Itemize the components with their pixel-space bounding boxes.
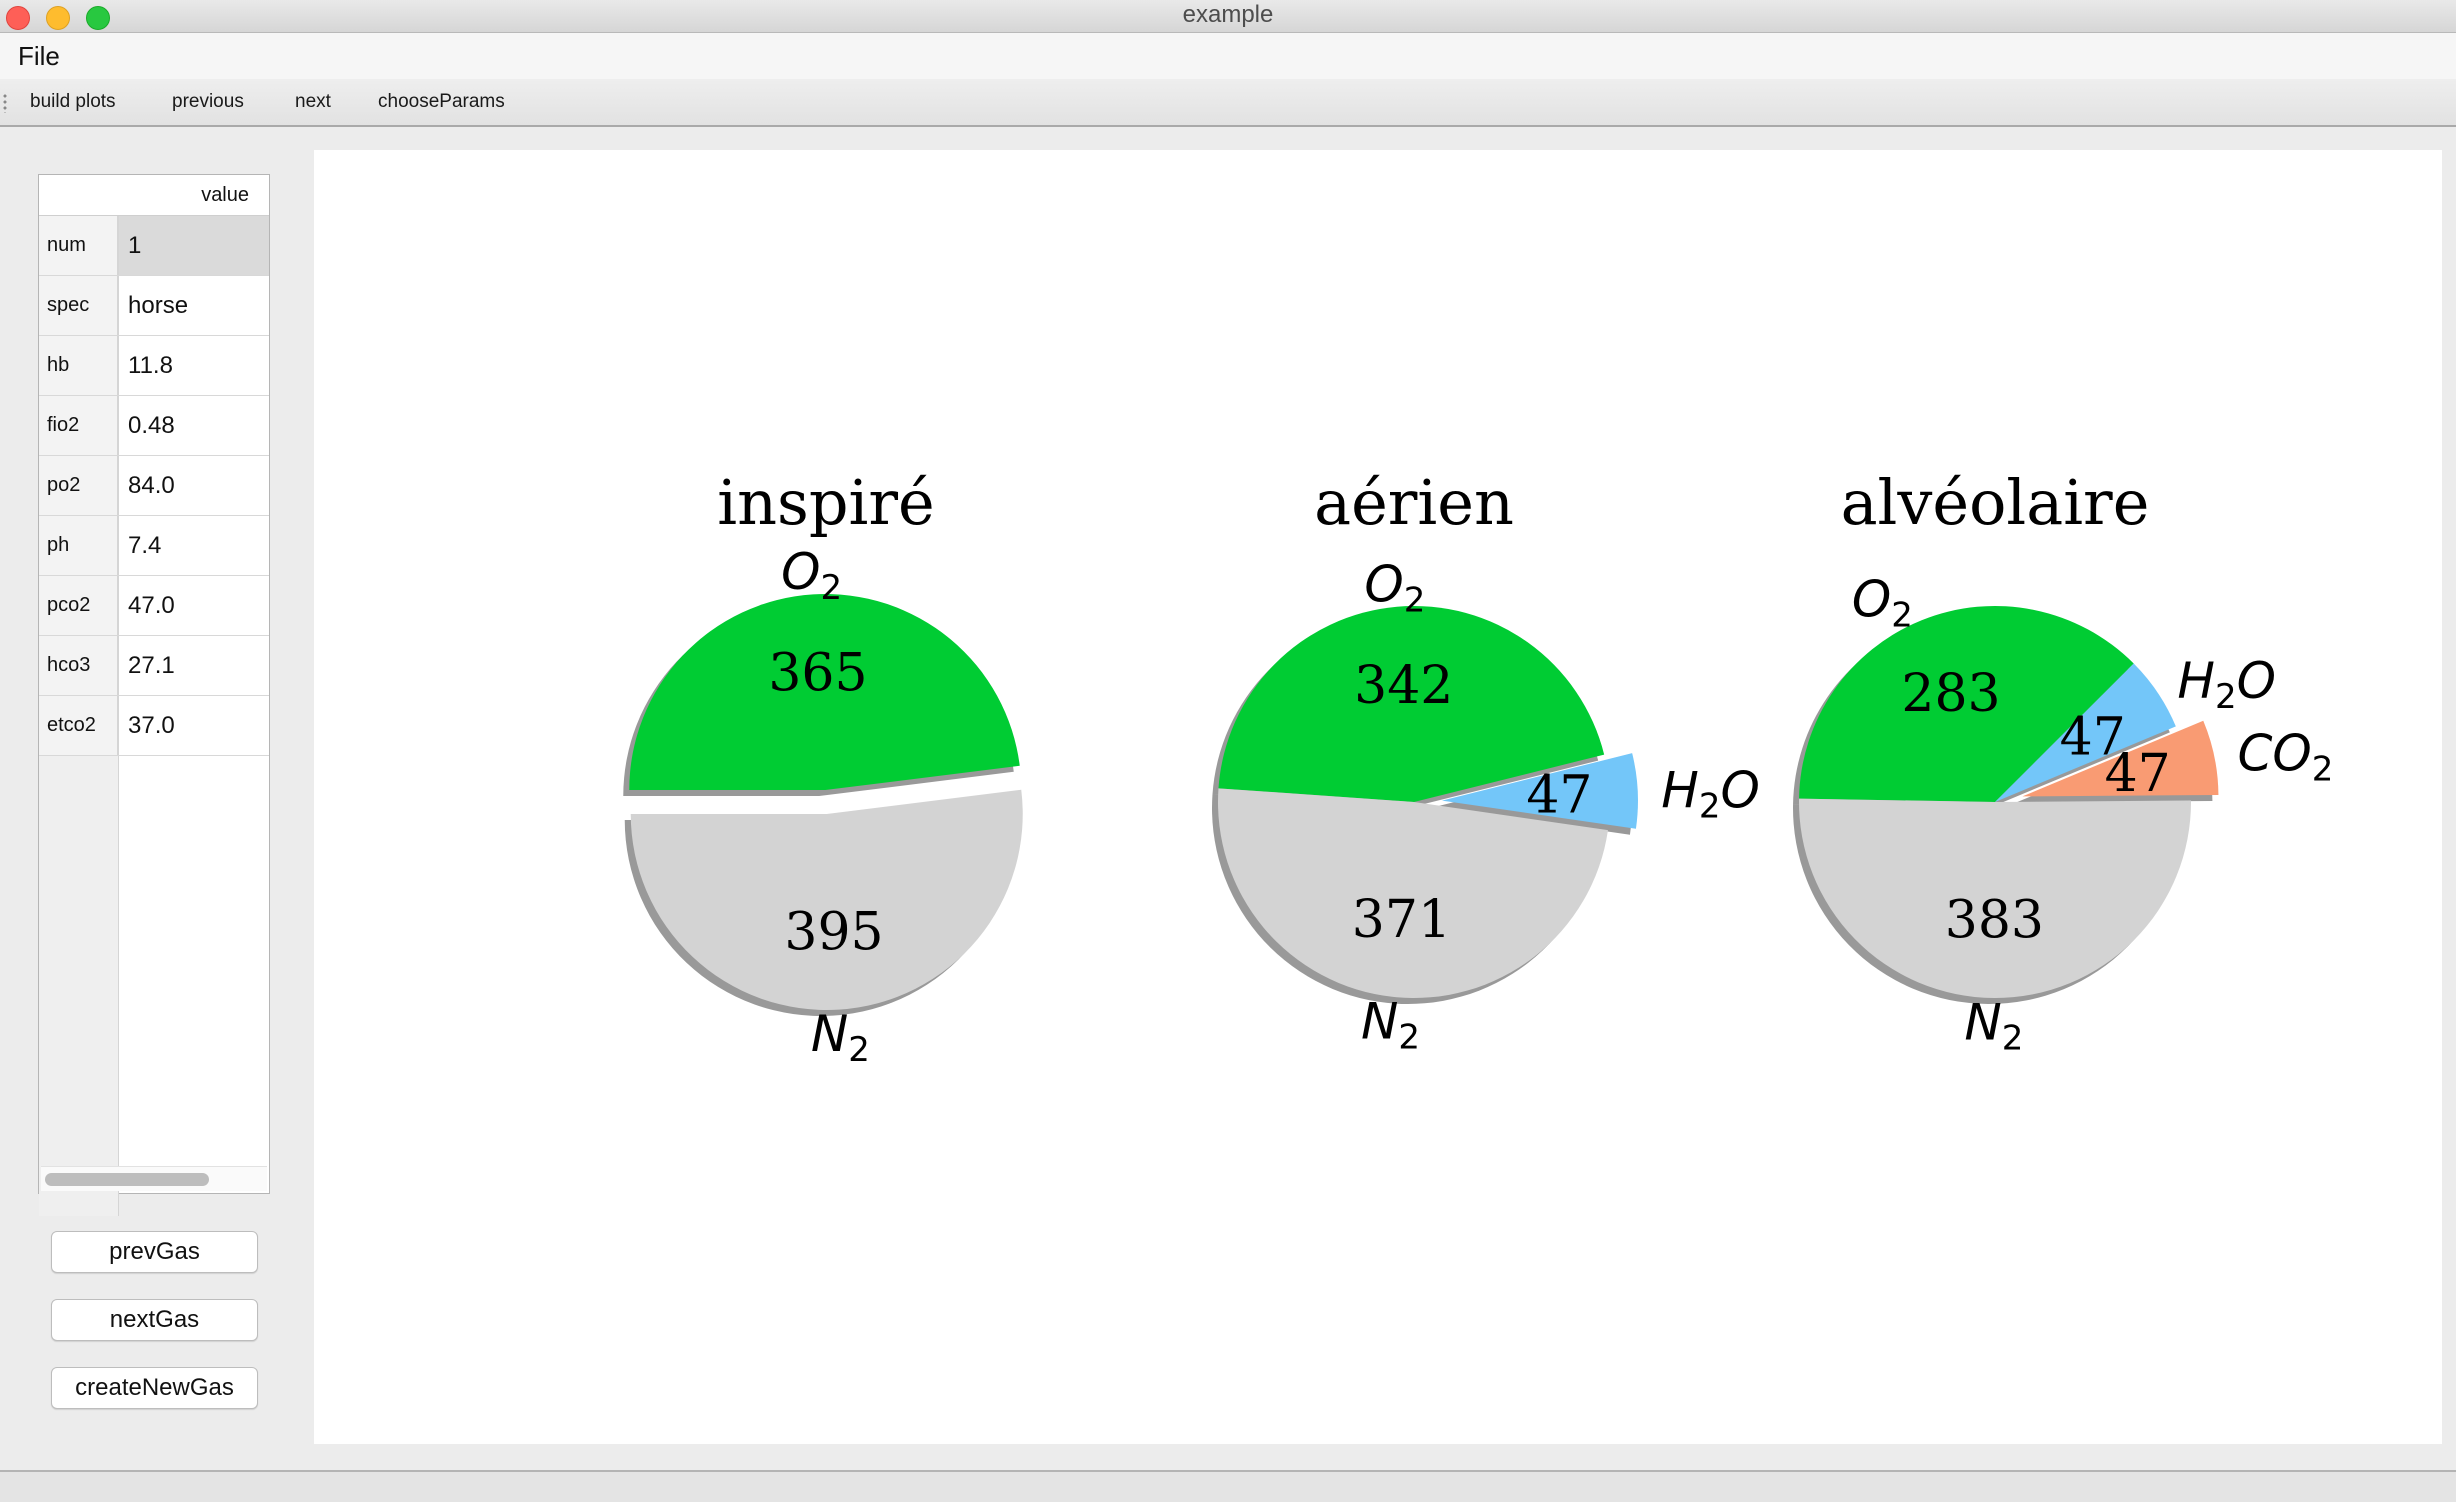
wedge-value: 383	[1945, 891, 2044, 951]
previous-button[interactable]: previous	[172, 91, 244, 113]
row-value[interactable]: horse	[119, 276, 269, 335]
row-key[interactable]: etco2	[39, 696, 118, 755]
horizontal-scrollbar[interactable]	[41, 1166, 267, 1191]
row-key[interactable]: num	[39, 216, 118, 275]
choose-params-button[interactable]: chooseParams	[378, 91, 505, 113]
row-value[interactable]: 47.0	[119, 576, 269, 635]
status-bar	[0, 1470, 2456, 1502]
create-new-gas-button[interactable]: createNewGas	[51, 1367, 258, 1409]
row-key[interactable]: hco3	[39, 636, 118, 695]
wedge-label: O2	[781, 543, 842, 608]
wedge-label: N2	[1964, 994, 2023, 1059]
table-row[interactable]: po2 84.0	[39, 456, 269, 516]
pie-title: alvéolaire	[1841, 466, 2150, 539]
table-row[interactable]: hb 11.8	[39, 336, 269, 396]
table-row[interactable]: hco3 27.1	[39, 636, 269, 696]
row-value[interactable]: 7.4	[119, 516, 269, 575]
wedge-label: O2	[1852, 570, 1913, 635]
row-value[interactable]: 37.0	[119, 696, 269, 755]
title-bar: example	[0, 0, 2456, 33]
toolbar-grip-icon[interactable]	[3, 93, 7, 113]
scrollbar-thumb[interactable]	[45, 1173, 209, 1186]
params-table[interactable]: value num 1 spec horse hb 11.8 fio2 0.48…	[38, 174, 270, 1216]
table-row[interactable]: ph 7.4	[39, 516, 269, 576]
wedge-value: 365	[768, 644, 867, 704]
pie-wedge	[630, 789, 1023, 1010]
prev-gas-button[interactable]: prevGas	[51, 1231, 258, 1273]
table-row[interactable]: spec horse	[39, 276, 269, 336]
value-column-header[interactable]: value	[201, 184, 249, 207]
row-value[interactable]: 11.8	[119, 336, 269, 395]
wedge-value: 395	[784, 902, 883, 962]
wedge-label: N2	[811, 1005, 870, 1070]
pie-title: inspiré	[717, 466, 934, 539]
pie-chart-3: alvéolaire283O247H2O47 CO2383N2	[1793, 466, 2333, 1059]
plot-canvas: inspiré 365 O2 395 N2 aérien 342 O2 47 H2O 371 N2 al…	[314, 150, 2442, 1444]
row-key[interactable]: fio2	[39, 396, 118, 455]
pie-charts: inspiré365O2395N2aérien342O247 H2O371N2al…	[623, 466, 2333, 1070]
wedge-label: CO2	[2238, 724, 2334, 789]
table-row[interactable]: pco2 47.0	[39, 576, 269, 636]
wedge-value: 47	[2105, 744, 2171, 804]
wedge-label: O2	[1364, 555, 1425, 620]
row-value[interactable]: 84.0	[119, 456, 269, 515]
menu-file[interactable]: File	[18, 41, 60, 72]
row-value[interactable]: 27.1	[119, 636, 269, 695]
wedge-value: 47	[1526, 766, 1592, 826]
row-key[interactable]: spec	[39, 276, 118, 335]
next-button[interactable]: next	[295, 91, 331, 113]
table-row[interactable]: fio2 0.48	[39, 396, 269, 456]
row-key[interactable]: hb	[39, 336, 118, 395]
table-row[interactable]: num 1	[39, 216, 269, 276]
row-value[interactable]: 0.48	[119, 396, 269, 455]
row-value[interactable]: 1	[119, 216, 269, 275]
row-key[interactable]: pco2	[39, 576, 118, 635]
menu-bar: File	[0, 33, 2456, 79]
toolbar: build plots previous next chooseParams	[0, 79, 2456, 127]
row-key[interactable]: ph	[39, 516, 118, 575]
window-title: example	[1182, 1, 1274, 28]
pie-chart-1: inspiré 365 O2 395 N2	[623, 466, 1023, 1070]
build-plots-button[interactable]: build plots	[30, 91, 116, 113]
next-gas-button[interactable]: nextGas	[51, 1299, 258, 1341]
wedge-value: 371	[1352, 890, 1451, 950]
wedge-label: H2O	[2177, 652, 2276, 717]
wedge-value: 283	[1901, 664, 2000, 724]
table-header: value	[39, 175, 269, 216]
wedge-value: 342	[1354, 656, 1453, 716]
wedge-label: H2O	[1661, 762, 1760, 827]
row-key[interactable]: po2	[39, 456, 118, 515]
table-row[interactable]: etco2 37.0	[39, 696, 269, 756]
pie-chart-2: aérien342O247 H2O371N2	[1212, 466, 1760, 1057]
pie-title: aérien	[1314, 466, 1514, 539]
